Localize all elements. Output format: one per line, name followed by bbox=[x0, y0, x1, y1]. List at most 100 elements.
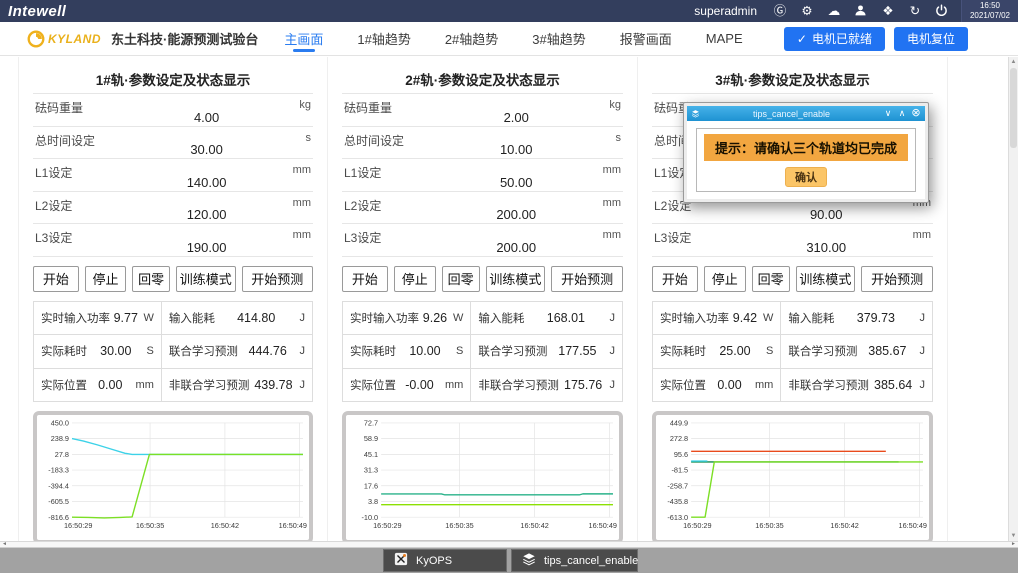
status-unit: W bbox=[453, 312, 463, 324]
tab-axis3-trend[interactable]: 3#轴趋势 bbox=[532, 22, 585, 55]
stop-button[interactable]: 停止 bbox=[85, 266, 127, 292]
status-label: 输入能耗 bbox=[788, 310, 834, 326]
stop-button[interactable]: 停止 bbox=[394, 266, 436, 292]
training-mode-button[interactable]: 训练模式 bbox=[176, 266, 236, 292]
tab-axis2-trend[interactable]: 2#轴趋势 bbox=[445, 22, 498, 55]
y-tick-label: 31.3 bbox=[364, 466, 378, 475]
scroll-up-arrow-icon[interactable]: ▲ bbox=[1009, 59, 1018, 65]
l3-setting-field[interactable]: 200.00 bbox=[493, 240, 539, 255]
scroll-left-arrow-icon[interactable]: ◄ bbox=[2, 541, 7, 547]
param-row-total-time-field: 总时间设定10.00s bbox=[342, 127, 623, 160]
trend-chart-track-2: 72.758.945.131.317.63.8-10.016:50:2916:5… bbox=[346, 415, 619, 540]
total-time-field[interactable]: 10.00 bbox=[493, 142, 539, 157]
gear-icon[interactable]: ⚙ bbox=[800, 4, 814, 18]
start-prediction-button[interactable]: 开始预测 bbox=[551, 266, 623, 292]
param-label: 砝码重量 bbox=[344, 99, 392, 116]
l3-setting-field[interactable]: 190.00 bbox=[184, 240, 230, 255]
trend-chart-frame: 450.0238.927.8-183.3-394.4-605.5-816.616… bbox=[33, 411, 313, 544]
y-tick-label: 95.6 bbox=[674, 450, 688, 459]
return-zero-button[interactable]: 回零 bbox=[132, 266, 170, 292]
system-topbar: Intewell superadmin Ⓖ⚙☁❖↻ 16:50 2021/07/… bbox=[0, 0, 1018, 22]
l1-setting-field[interactable]: 50.00 bbox=[493, 175, 539, 190]
status-value: 177.55 bbox=[547, 344, 607, 358]
horizontal-scrollbar[interactable]: ◄ ► bbox=[0, 541, 1018, 548]
non-federated-learning-prediction: 非联合学习预测175.76J bbox=[471, 369, 622, 402]
trend-chart-frame: 72.758.945.131.317.63.8-10.016:50:2916:5… bbox=[342, 411, 623, 544]
input-energy: 输入能耗168.01J bbox=[471, 302, 622, 335]
start-button[interactable]: 开始 bbox=[652, 266, 698, 292]
input-energy: 输入能耗414.80J bbox=[162, 302, 312, 335]
weight-field[interactable]: 4.00 bbox=[184, 110, 230, 125]
dialog-confirm-button[interactable]: 确认 bbox=[785, 167, 827, 187]
tab-axis1-trend[interactable]: 1#轴趋势 bbox=[357, 22, 410, 55]
motor-ready-button[interactable]: ✓ 电机已就绪 bbox=[784, 27, 885, 51]
tab-main-screen[interactable]: 主画面 bbox=[284, 22, 323, 55]
dialog-minimize-button[interactable]: ∨ bbox=[883, 109, 893, 118]
status-label: 联合学习预测 bbox=[788, 343, 857, 359]
total-time-field[interactable]: 30.00 bbox=[184, 142, 230, 157]
control-buttons: 开始停止回零训练模式开始预测 bbox=[33, 266, 313, 292]
return-zero-button[interactable]: 回零 bbox=[752, 266, 790, 292]
param-label: L2设定 bbox=[35, 197, 72, 214]
circle-g-icon[interactable]: Ⓖ bbox=[773, 4, 787, 18]
start-button[interactable]: 开始 bbox=[342, 266, 388, 292]
vertical-scrollbar-thumb[interactable] bbox=[1010, 68, 1017, 148]
l3-setting-field[interactable]: 310.00 bbox=[803, 240, 849, 255]
l1-setting-field[interactable]: 140.00 bbox=[184, 175, 230, 190]
l2-setting-field[interactable]: 90.00 bbox=[803, 207, 849, 222]
status-unit: J bbox=[919, 379, 925, 391]
y-tick-label: -81.5 bbox=[671, 466, 688, 475]
param-label: L3设定 bbox=[35, 229, 72, 246]
motor-reset-button[interactable]: 电机复位 bbox=[894, 27, 968, 51]
start-prediction-button[interactable]: 开始预测 bbox=[861, 266, 933, 292]
stop-button[interactable]: 停止 bbox=[704, 266, 746, 292]
param-unit: s bbox=[306, 132, 312, 144]
sync-icon[interactable]: ↻ bbox=[908, 4, 922, 18]
dialog-titlebar[interactable]: tips_cancel_enable ∨ ∧ ⊗ bbox=[687, 106, 925, 121]
param-label: L3设定 bbox=[344, 229, 381, 246]
status-label: 实时输入功率 bbox=[350, 310, 419, 326]
return-zero-button[interactable]: 回零 bbox=[442, 266, 480, 292]
x-tick-label: 16:50:35 bbox=[445, 521, 473, 530]
l2-setting-field[interactable]: 120.00 bbox=[184, 207, 230, 222]
param-label: 总时间设定 bbox=[35, 132, 95, 149]
training-mode-button[interactable]: 训练模式 bbox=[796, 266, 856, 292]
tab-mape[interactable]: MAPE bbox=[706, 22, 743, 55]
status-label: 非联合学习预测 bbox=[169, 377, 250, 393]
status-label: 输入能耗 bbox=[169, 310, 215, 326]
status-value: 0.00 bbox=[706, 378, 753, 392]
dialog-body: 提示：请确认三个轨道均已完成 确认 bbox=[687, 121, 925, 199]
apps-icon[interactable]: ❖ bbox=[881, 4, 895, 18]
scroll-right-arrow-icon[interactable]: ► bbox=[1011, 541, 1016, 547]
param-unit: mm bbox=[603, 229, 621, 241]
dialog-message: 提示：请确认三个轨道均已完成 bbox=[704, 134, 908, 161]
panel-track-1: 1#轨·参数设定及状态显示砝码重量4.00kg总时间设定30.00sL1设定14… bbox=[18, 57, 328, 541]
start-prediction-button[interactable]: 开始预测 bbox=[242, 266, 313, 292]
series-teal-line bbox=[381, 494, 613, 495]
user-icon[interactable] bbox=[854, 4, 868, 18]
actual-position: 实际位置0.00mm bbox=[653, 369, 781, 402]
status-row: 实际位置0.00mm非联合学习预测385.64J bbox=[653, 369, 932, 402]
panel-title: 1#轨·参数设定及状态显示 bbox=[33, 57, 313, 88]
status-value: 9.77 bbox=[110, 311, 141, 325]
dialog-maximize-button[interactable]: ∧ bbox=[897, 109, 907, 118]
tab-alarm-screen[interactable]: 报警画面 bbox=[620, 22, 672, 55]
param-label: L1设定 bbox=[344, 164, 381, 181]
l2-setting-field[interactable]: 200.00 bbox=[493, 207, 539, 222]
vertical-scrollbar[interactable]: ▲ ▼ bbox=[1008, 57, 1018, 541]
cloud-icon[interactable]: ☁ bbox=[827, 4, 841, 18]
scroll-down-arrow-icon[interactable]: ▼ bbox=[1009, 533, 1018, 539]
training-mode-button[interactable]: 训练模式 bbox=[486, 266, 546, 292]
status-value: 379.73 bbox=[834, 311, 917, 325]
weight-field[interactable]: 2.00 bbox=[493, 110, 539, 125]
power-icon[interactable] bbox=[935, 4, 949, 18]
start-button[interactable]: 开始 bbox=[33, 266, 79, 292]
param-row-l3-setting-field: L3设定310.00mm bbox=[652, 224, 933, 257]
param-row-total-time-field: 总时间设定 30.00 s bbox=[33, 127, 313, 160]
status-table: 实时输入功率9.77W输入能耗414.80J实际耗时30.00S联合学习预测44… bbox=[33, 301, 313, 403]
param-row-weight-field: 砝码重量4.00kg bbox=[33, 94, 313, 127]
dialog-close-icon[interactable]: ⊗ bbox=[911, 108, 921, 119]
taskbar-item-tips-cancel-enable[interactable]: tips_cancel_enable bbox=[511, 549, 638, 572]
taskbar-item-kyops[interactable]: KyOPS bbox=[383, 549, 507, 572]
check-icon: ✓ bbox=[797, 32, 807, 46]
